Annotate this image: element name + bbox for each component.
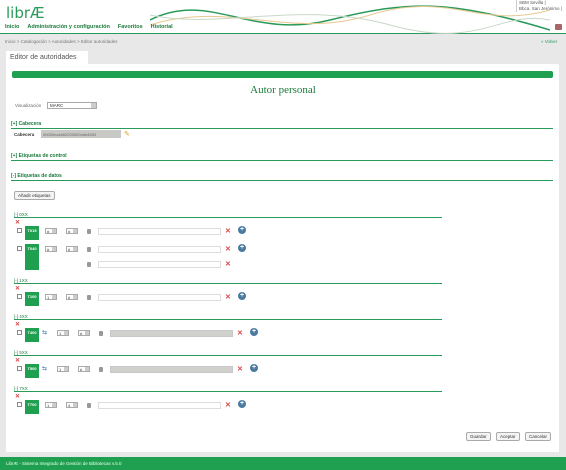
group-header[interactable]: [-] 7XX — [14, 386, 442, 392]
visualization-select[interactable]: MARC — [47, 102, 97, 109]
delete-group-icon[interactable]: ✕ — [15, 219, 20, 226]
save-button[interactable]: Guardar — [466, 432, 491, 441]
delete-subfield-icon[interactable]: ✕ — [237, 366, 243, 373]
back-link[interactable]: « Volver — [541, 39, 557, 44]
add-field-icon[interactable]: + — [250, 328, 258, 336]
cancel-button[interactable]: Cancelar — [525, 432, 552, 441]
field-tag: T500 — [25, 364, 39, 378]
header: librÆ Inicio Administración y configurac… — [0, 0, 566, 34]
group-header[interactable]: [-] 5XX — [14, 350, 442, 356]
delete-subfield-icon[interactable]: ✕ — [225, 261, 231, 268]
subfield-input[interactable] — [98, 261, 221, 268]
subfield-code-icon[interactable] — [87, 262, 91, 267]
subfield-code-icon[interactable] — [87, 247, 91, 252]
indicator-1-select[interactable]: 1 — [45, 402, 57, 408]
delete-group-icon[interactable]: ✕ — [15, 393, 20, 400]
subfield-input[interactable] — [98, 402, 221, 409]
section-datos[interactable]: [-] Etiquetas de datos — [11, 173, 553, 181]
indicator-2-select[interactable]: # — [66, 246, 78, 252]
nav-historial[interactable]: Historial — [151, 24, 173, 30]
add-field-icon[interactable]: + — [238, 244, 246, 252]
group-header[interactable]: [-] 4XX — [14, 314, 442, 320]
indicator-2-select[interactable]: # — [66, 228, 78, 234]
add-field-icon[interactable]: + — [238, 292, 246, 300]
field-tag: T040 — [25, 244, 39, 270]
indicator-2-select[interactable]: # — [78, 366, 90, 372]
subfield-code-icon[interactable] — [87, 229, 91, 234]
delete-subfield-icon[interactable]: ✕ — [225, 228, 231, 235]
section-control[interactable]: [+] Etiquetas de control — [11, 153, 553, 161]
subfield-input[interactable] — [110, 366, 233, 373]
chevron-down-icon — [91, 103, 96, 108]
indicator-2-select[interactable]: # — [66, 294, 78, 300]
group-header[interactable]: [-] 1XX — [14, 278, 442, 284]
subfield-input[interactable] — [98, 228, 221, 235]
subfield-input[interactable] — [110, 330, 233, 337]
link-authority-icon[interactable]: ⇆ — [42, 365, 47, 372]
indicator-2-select[interactable]: 4 — [66, 402, 78, 408]
footer: LibrÆ - Sistema Integrado de Gestión de … — [0, 457, 566, 470]
delete-subfield-icon[interactable]: ✕ — [225, 246, 231, 253]
indicator-2-select[interactable]: # — [78, 330, 90, 336]
field-tag: T400 — [25, 328, 39, 342]
group-header[interactable]: [-] 0XX — [14, 212, 442, 218]
subfield-input[interactable] — [98, 246, 221, 253]
nav-favoritos[interactable]: Favoritos — [118, 24, 143, 30]
logo: librÆ — [6, 4, 45, 22]
tab-editor-autoridades[interactable]: Editor de autoridades — [6, 51, 88, 65]
cabecera-input[interactable]: 00000nz###2200000n##4500 — [41, 130, 121, 138]
delete-subfield-icon[interactable]: ✕ — [237, 330, 243, 337]
indicator-1-select[interactable]: 1 — [57, 330, 69, 336]
field-tag: T700 — [25, 400, 39, 414]
indicator-1-select[interactable]: # — [45, 246, 57, 252]
field-checkbox[interactable] — [17, 330, 22, 335]
indicator-1-select[interactable]: # — [45, 228, 57, 234]
user-branch[interactable]: Bbca. San Jerónimo | — [519, 6, 564, 12]
header-wave-decoration — [150, 5, 550, 34]
subfield-code-icon[interactable] — [87, 403, 91, 408]
visualization-value: MARC — [50, 103, 64, 108]
indicator-1-select[interactable]: 1 — [45, 294, 57, 300]
page-title: Autor personal — [250, 84, 316, 96]
delete-group-icon[interactable]: ✕ — [15, 357, 20, 364]
nav-administracion[interactable]: Administración y configuración — [27, 24, 110, 30]
main-nav: Inicio Administración y configuración Fa… — [5, 24, 173, 30]
field-checkbox[interactable] — [17, 366, 22, 371]
delete-subfield-icon[interactable]: ✕ — [225, 294, 231, 301]
section-cabecera[interactable]: [+] Cabecera — [11, 121, 553, 129]
indicator-1-select[interactable]: 1 — [57, 366, 69, 372]
validate-button[interactable]: Aceptar — [496, 432, 520, 441]
title-band — [12, 71, 553, 78]
delete-group-icon[interactable]: ✕ — [15, 321, 20, 328]
subfield-code-icon[interactable] — [87, 295, 91, 300]
field-tag: T015 — [25, 226, 39, 240]
nav-inicio[interactable]: Inicio — [5, 24, 19, 30]
field-tag: T100 — [25, 292, 39, 306]
cabecera-label: Cabecera — [14, 132, 35, 137]
link-authority-icon[interactable]: ⇆ — [42, 329, 47, 336]
add-field-icon[interactable]: + — [238, 226, 246, 234]
subfield-input[interactable] — [98, 294, 221, 301]
subfield-code-icon[interactable] — [99, 331, 103, 336]
delete-subfield-icon[interactable]: ✕ — [225, 402, 231, 409]
logout-icon[interactable] — [555, 24, 562, 30]
breadcrumb: Inicio > Catalogación > Autoridades > Ed… — [5, 39, 118, 44]
visualization-label: Visualización — [15, 103, 42, 108]
edit-leader-icon[interactable]: ✎ — [124, 130, 130, 138]
delete-group-icon[interactable]: ✕ — [15, 285, 20, 292]
add-tags-button[interactable]: Añadir etiquetas — [14, 191, 55, 200]
user-info: SBM Sevilla | Bbca. San Jerónimo | — [516, 0, 564, 12]
field-checkbox[interactable] — [17, 294, 22, 299]
add-field-icon[interactable]: + — [250, 364, 258, 372]
field-checkbox[interactable] — [17, 246, 22, 251]
field-checkbox[interactable] — [17, 402, 22, 407]
subfield-code-icon[interactable] — [99, 367, 103, 372]
field-checkbox[interactable] — [17, 228, 22, 233]
add-field-icon[interactable]: + — [238, 400, 246, 408]
